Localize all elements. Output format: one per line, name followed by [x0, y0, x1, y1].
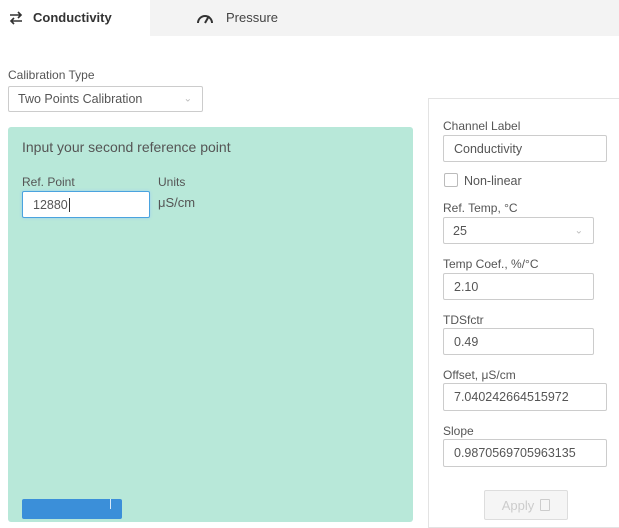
offset-input[interactable]: 7.040242664515972	[443, 383, 607, 411]
ref-temp-label: Ref. Temp, °C	[443, 201, 518, 215]
channel-label-value: Conductivity	[454, 141, 523, 156]
tds-factor-value: 0.49	[454, 334, 479, 349]
text-cursor	[68, 197, 70, 212]
tds-factor-input[interactable]: 0.49	[443, 328, 594, 355]
chevron-down-icon: ⌄	[183, 93, 192, 105]
ref-temp-value: 25	[453, 223, 467, 238]
next-button[interactable]	[22, 499, 122, 519]
ref-point-label: Ref. Point	[22, 175, 75, 189]
tds-factor-label: TDSfctr	[443, 313, 484, 327]
slope-value: 0.9870569705963135	[454, 446, 576, 460]
units-value: μS/cm	[158, 195, 196, 210]
ref-point-input[interactable]: 12880	[22, 191, 150, 218]
offset-value: 7.040242664515972	[454, 390, 569, 404]
calibration-type-select[interactable]: Two Points Calibration ⌄	[8, 86, 203, 112]
calibration-type-label: Calibration Type	[8, 68, 95, 82]
channel-label-title: Channel Label	[443, 119, 521, 133]
chevron-down-icon: ⌄	[574, 225, 583, 236]
file-icon	[540, 499, 551, 511]
non-linear-checkbox[interactable]	[444, 173, 458, 187]
calibration-type-value: Two Points Calibration	[18, 92, 143, 106]
temp-coef-value: 2.10	[454, 279, 479, 294]
reference-panel-title: Input your second reference point	[22, 139, 231, 155]
slope-input[interactable]: 0.9870569705963135	[443, 439, 607, 467]
apply-button-label: Apply	[501, 497, 535, 513]
temp-coef-input[interactable]: 2.10	[443, 273, 594, 300]
apply-button[interactable]: Apply	[484, 490, 568, 520]
next-button-divider	[110, 499, 111, 509]
offset-label: Offset, μS/cm	[443, 368, 516, 382]
temp-coef-label: Temp Coef., %/°C	[443, 257, 539, 271]
tab-conductivity[interactable]: Conductivity	[0, 0, 150, 36]
tab-conductivity-label: Conductivity	[33, 10, 112, 25]
non-linear-label: Non-linear	[464, 174, 522, 188]
gauge-icon	[196, 10, 214, 26]
channel-label-input[interactable]: Conductivity	[443, 135, 607, 162]
tab-bar: Conductivity Pressure	[0, 0, 619, 36]
tab-pressure[interactable]: Pressure	[150, 0, 619, 36]
ref-point-value: 12880	[33, 197, 68, 212]
swap-arrows-icon	[8, 10, 24, 26]
ref-temp-select[interactable]: 25 ⌄	[443, 217, 594, 244]
units-label: Units	[158, 175, 186, 189]
slope-label: Slope	[443, 424, 474, 438]
tab-pressure-label: Pressure	[226, 10, 279, 25]
